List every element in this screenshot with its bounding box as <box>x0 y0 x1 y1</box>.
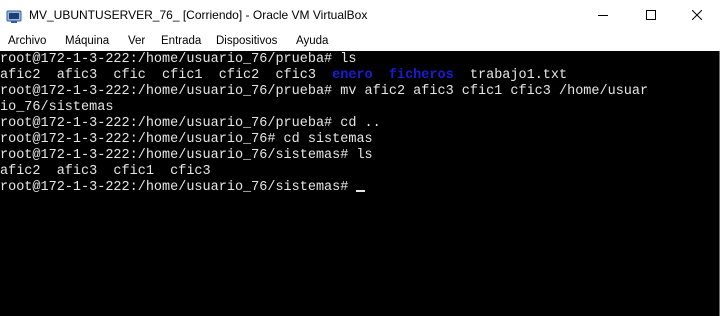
terminal-line: root@172-1-3-222:/home/usuario_76/prueba… <box>0 116 381 131</box>
menu-entrada[interactable]: Entrada <box>161 35 201 47</box>
directory-ficheros: ficheros <box>388 68 454 83</box>
file-list: afic2 afic3 cfic cfic1 cfic2 cfic3 <box>0 68 333 83</box>
terminal-line: root@172-1-3-222:/home/usuario_76/sistem… <box>0 148 373 163</box>
text-cursor <box>356 190 366 192</box>
terminal-line: root@172-1-3-222:/home/usuario_76/prueba… <box>0 84 649 99</box>
title-bar[interactable]: MV_UBUNTUSERVER_76_ [Corriendo] - Oracle… <box>0 0 720 31</box>
minimize-icon <box>598 15 608 16</box>
terminal-line: root@172-1-3-222:/home/usuario_76# cd si… <box>0 132 373 147</box>
virtualbox-window: MV_UBUNTUSERVER_76_ [Corriendo] - Oracle… <box>0 0 720 316</box>
vm-screen-terminal[interactable]: root@172-1-3-222:/home/usuario_76/prueba… <box>0 51 719 316</box>
directory-enero: enero <box>332 68 373 83</box>
terminal-line: afic2 afic3 cfic1 cfic3 <box>0 164 211 179</box>
close-icon <box>692 10 702 20</box>
file-trabajo1: trabajo1.txt <box>453 68 568 83</box>
terminal-line: root@172-1-3-222:/home/usuario_76/prueba… <box>0 52 357 67</box>
menu-bar: Archivo Máquina Ver Entrada Dispositivos… <box>0 31 720 51</box>
minimize-button[interactable] <box>580 0 626 31</box>
terminal-line-ls-output: afic2 afic3 cfic cfic1 cfic2 cfic3 enero… <box>0 68 567 84</box>
menu-dispositivos[interactable]: Dispositivos <box>216 35 277 47</box>
menu-ver[interactable]: Ver <box>128 35 145 47</box>
prompt: root@172-1-3-222:/home/usuario_76/sistem… <box>0 180 357 195</box>
close-button[interactable] <box>674 0 720 31</box>
maximize-button[interactable] <box>628 0 674 31</box>
terminal-line: io_76/sistemas <box>0 100 114 115</box>
virtualbox-icon <box>6 10 22 23</box>
menu-ayuda[interactable]: Ayuda <box>296 35 328 47</box>
menu-archivo[interactable]: Archivo <box>8 35 46 47</box>
window-title: MV_UBUNTUSERVER_76_ [Corriendo] - Oracle… <box>29 8 368 22</box>
terminal-prompt-line: root@172-1-3-222:/home/usuario_76/sistem… <box>0 180 366 196</box>
maximize-icon <box>646 10 656 20</box>
menu-maquina[interactable]: Máquina <box>65 35 109 47</box>
